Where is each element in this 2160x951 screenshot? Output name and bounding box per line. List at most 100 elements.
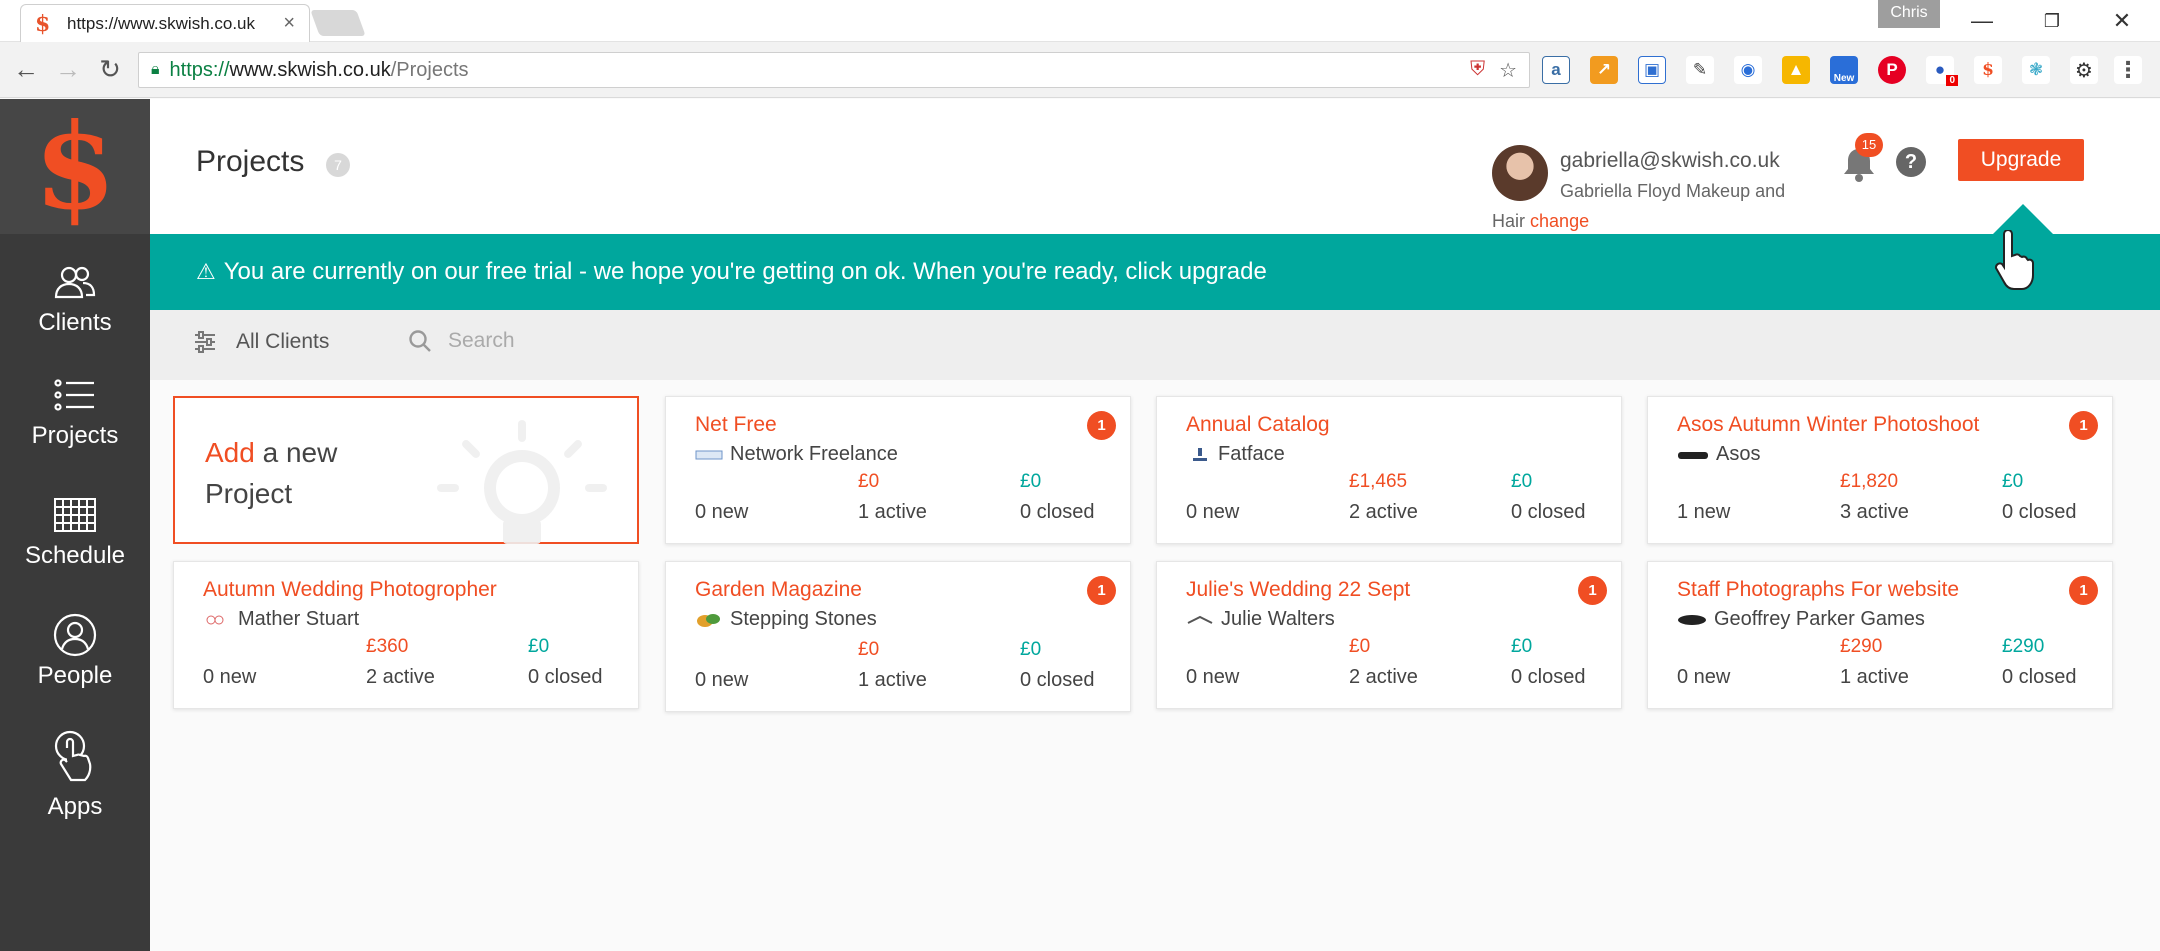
browser-tab[interactable]: $ https://www.skwish.co.uk × [20, 4, 310, 42]
shield-icon[interactable]: ⛨ [1470, 58, 1485, 83]
closed-count: 0 closed [1020, 669, 1095, 691]
closed-count: 0 closed [2002, 666, 2077, 688]
sliders-icon [195, 331, 215, 353]
project-card-net-free[interactable]: Net Free 1 Network Freelance £0 £0 0 new… [665, 396, 1131, 544]
bookmark-star-icon[interactable]: ☆ [1499, 58, 1517, 83]
lock-icon: 🔒︎ [151, 61, 160, 78]
search-icon [409, 330, 431, 352]
skwish-extension-icon[interactable]: $ [1974, 56, 2002, 84]
project-card-julies-wedding[interactable]: Julie's Wedding 22 Sept 1 Julie Walters … [1156, 561, 1622, 709]
new-count: 1 new [1677, 501, 1731, 523]
add-new-project-card[interactable]: Add a new Project [173, 396, 639, 544]
sidebar-item-projects[interactable]: Projects [0, 372, 150, 450]
person-icon [0, 612, 150, 658]
client-logo-icon [1677, 448, 1709, 462]
eyedropper-extension-icon[interactable]: ✎ [1686, 56, 1714, 84]
client-name: Geoffrey Parker Games [1714, 608, 1925, 630]
project-client: Fatface [1191, 443, 1285, 466]
minimize-window-icon[interactable]: — [1962, 4, 2002, 38]
sidebar-item-clients[interactable]: Clients [0, 259, 150, 337]
active-count: 1 active [858, 669, 927, 691]
screenshot-extension-icon[interactable]: ▣ [1638, 56, 1666, 84]
skwish-logo[interactable]: $ [0, 99, 150, 234]
circle-extension-icon[interactable]: ◉ [1734, 56, 1762, 84]
user-organisation-line2-text: Hair [1492, 211, 1526, 231]
amazon-extension-icon[interactable]: a [1542, 56, 1570, 84]
list-icon [0, 372, 150, 418]
close-window-icon[interactable]: ✕ [2102, 4, 2142, 38]
project-client: Julie Walters [1186, 608, 1335, 631]
project-card-annual-catalog[interactable]: Annual Catalog Fatface £1,465 £0 0 new 2… [1156, 396, 1622, 544]
active-count: 2 active [1349, 666, 1418, 688]
project-notification-badge: 1 [2069, 576, 2098, 605]
sidebar-label-schedule: Schedule [24, 542, 126, 569]
project-notification-badge: 1 [1578, 576, 1607, 605]
user-organisation: Gabriella Floyd Makeup and [1560, 181, 1786, 201]
active-amount: £1,820 [1840, 471, 1899, 492]
project-client: Stepping Stones [695, 608, 877, 631]
lightbulb-icon [437, 420, 607, 544]
project-name[interactable]: Annual Catalog [1186, 413, 1330, 437]
active-amount: £0 [1349, 636, 1371, 657]
settings-gear-icon[interactable]: ⚙ [2070, 56, 2098, 84]
page-title: Projects [196, 145, 305, 178]
pinterest-extension-icon[interactable]: P [1878, 56, 1906, 84]
project-name[interactable]: Net Free [695, 413, 777, 437]
address-bar[interactable]: 🔒︎ https:// www.skwish.co.uk /Projects ⛨… [138, 52, 1530, 88]
octopus-extension-icon[interactable]: ❃ [2022, 56, 2050, 84]
sidebar-item-people[interactable]: People [0, 612, 150, 690]
restore-window-icon[interactable]: ❐ [2032, 4, 2072, 38]
project-name[interactable]: Staff Photographs For website [1677, 578, 1959, 602]
add-new-project-text: Add a new Project [205, 432, 337, 514]
add-text-line2: Project [205, 478, 293, 509]
active-amount: £360 [366, 636, 409, 657]
browser-menu-icon[interactable]: ⋮ [2114, 56, 2142, 84]
close-tab-icon[interactable]: × [283, 12, 295, 35]
project-card-staff-photographs[interactable]: Staff Photographs For website 1 Geoffrey… [1647, 561, 2113, 709]
user-email: gabriella@skwish.co.uk [1560, 149, 1780, 172]
client-logo-icon [1677, 613, 1707, 627]
free-trial-banner: ⚠ You are currently on our free trial - … [150, 234, 2160, 310]
page-header: Projects 7 gabriella@skwish.co.uk Gabrie… [150, 99, 2160, 234]
closed-count: 0 closed [528, 666, 603, 688]
project-name[interactable]: Autumn Wedding Photogropher [203, 578, 497, 602]
client-name: Stepping Stones [730, 608, 877, 630]
filter-bar: All Clients [150, 310, 2160, 380]
client-logo-icon [203, 613, 231, 627]
upgrade-button[interactable]: Upgrade [1958, 139, 2084, 181]
closed-amount: £0 [2002, 471, 2024, 492]
new-tab-button[interactable] [310, 10, 366, 36]
project-name[interactable]: Julie's Wedding 22 Sept [1186, 578, 1410, 602]
drive-extension-icon[interactable]: ▲ [1782, 56, 1810, 84]
project-name[interactable]: Garden Magazine [695, 578, 862, 602]
browser-profile-button[interactable]: Chris [1878, 0, 1940, 28]
tracker-extension-icon[interactable]: 0 ● [1926, 56, 1958, 86]
client-name: Network Freelance [730, 443, 898, 465]
search-input[interactable] [446, 328, 846, 354]
client-logo-icon [1191, 447, 1211, 462]
notification-count-badge: 15 [1855, 133, 1883, 157]
active-amount: £0 [858, 639, 880, 660]
new-extension-icon[interactable]: New [1830, 56, 1858, 84]
project-card-autumn-wedding[interactable]: Autumn Wedding Photogropher Mather Stuar… [173, 561, 639, 709]
new-count: 0 new [1186, 666, 1240, 688]
user-avatar[interactable] [1492, 145, 1548, 201]
sidebar-item-schedule[interactable]: Schedule [0, 492, 150, 570]
browser-toolbar: ← → ↻ 🔒︎ https:// www.skwish.co.uk /Proj… [0, 42, 2160, 98]
active-amount: £0 [858, 471, 880, 492]
all-clients-filter[interactable]: All Clients [194, 330, 329, 354]
chart-extension-icon[interactable]: ↗ [1590, 56, 1618, 84]
url-scheme: https:// [169, 58, 230, 81]
change-account-link[interactable]: change [1530, 211, 1589, 231]
forward-icon[interactable]: → [52, 54, 84, 85]
project-name[interactable]: Asos Autumn Winter Photoshoot [1677, 413, 1979, 437]
new-count: 0 new [695, 669, 749, 691]
sidebar-item-apps[interactable]: Apps [0, 729, 150, 821]
closed-count: 0 closed [1511, 501, 1586, 523]
help-icon[interactable]: ? [1896, 147, 1926, 177]
back-icon[interactable]: ← [10, 54, 42, 85]
project-card-garden-magazine[interactable]: Garden Magazine 1 Stepping Stones £0 £0 … [665, 561, 1131, 712]
project-client: Network Freelance [695, 443, 898, 466]
project-card-asos-autumn-winter[interactable]: Asos Autumn Winter Photoshoot 1 Asos £1,… [1647, 396, 2113, 544]
reload-icon[interactable]: ↻ [94, 54, 126, 85]
